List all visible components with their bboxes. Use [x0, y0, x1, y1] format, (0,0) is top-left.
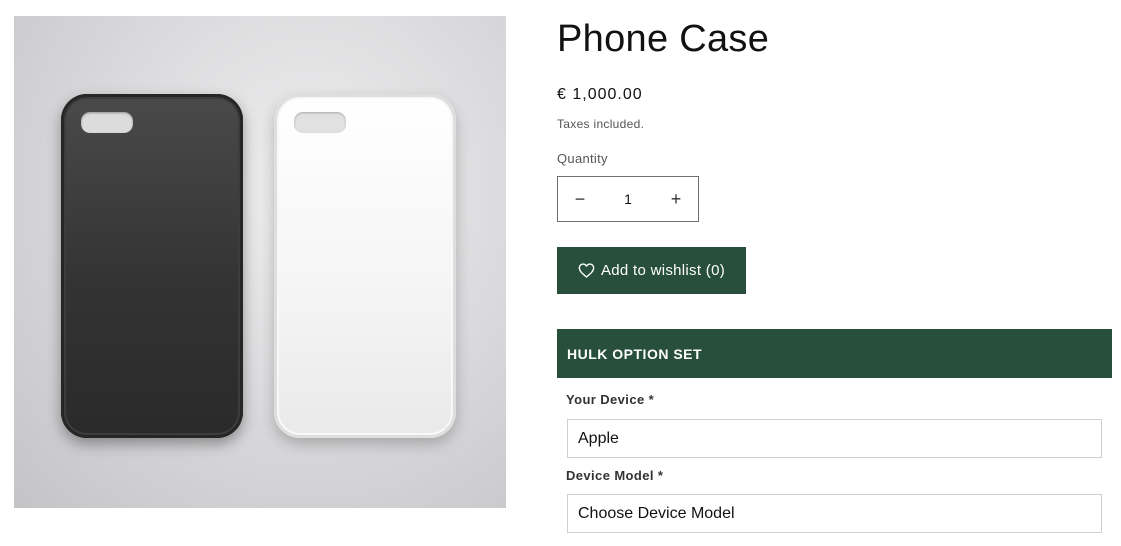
product-title: Phone Case — [557, 18, 770, 60]
add-to-wishlist-label: Add to wishlist (0) — [600, 262, 726, 279]
tax-note: Taxes included. — [557, 117, 645, 131]
device-model-value: Choose Device Model — [578, 504, 735, 522]
camera-cutout — [294, 112, 346, 133]
quantity-decrease-button[interactable]: − — [558, 177, 602, 221]
quantity-stepper: − 1 + — [557, 176, 699, 222]
camera-cutout — [81, 112, 133, 133]
quantity-input[interactable]: 1 — [602, 191, 654, 207]
device-model-label: Device Model * — [566, 468, 664, 483]
black-phone-case — [61, 94, 243, 438]
product-page: Phone Case € 1,000.00 Taxes included. Qu… — [0, 0, 1121, 546]
your-device-select[interactable]: Apple — [567, 419, 1102, 458]
quantity-increase-button[interactable]: + — [654, 177, 698, 221]
add-to-wishlist-button[interactable]: Add to wishlist (0) — [557, 247, 746, 294]
option-set-header: HULK OPTION SET — [557, 329, 1112, 378]
your-device-label: Your Device * — [566, 392, 655, 407]
white-phone-case — [274, 94, 456, 438]
product-price: € 1,000.00 — [557, 86, 643, 103]
quantity-label: Quantity — [557, 151, 608, 166]
device-model-select[interactable]: Choose Device Model — [567, 494, 1102, 533]
heart-icon — [578, 263, 595, 278]
your-device-value: Apple — [578, 429, 619, 447]
product-image[interactable] — [14, 16, 506, 508]
